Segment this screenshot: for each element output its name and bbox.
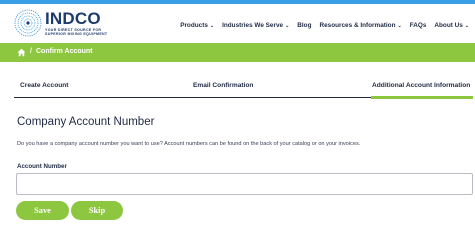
home-icon[interactable]: [17, 48, 26, 57]
logo-swirl-icon: [14, 9, 42, 37]
page-title: Company Account Number: [17, 116, 155, 128]
site-header: INDCO YOUR DIRECT SOURCE FOR SUPERIOR MI…: [0, 4, 475, 42]
nav-item-label: Resources & Information: [319, 22, 396, 29]
save-button[interactable]: Save: [16, 201, 69, 220]
nav-item-industries[interactable]: Industries We Serve ⌄: [222, 22, 289, 29]
nav-item-about[interactable]: About Us ⌄: [434, 22, 469, 29]
nav-item-label: Blog: [297, 22, 312, 29]
nav-item-label: Industries We Serve: [222, 22, 284, 29]
breadcrumb-separator: /: [30, 48, 32, 55]
chevron-down-icon: ⌄: [397, 22, 402, 29]
nav-item-blog[interactable]: Blog: [297, 22, 311, 29]
nav-item-label: FAQs: [409, 22, 427, 29]
indco-logo[interactable]: INDCO YOUR DIRECT SOURCE FOR SUPERIOR MI…: [14, 9, 134, 39]
nav-item-label: About Us: [434, 22, 463, 29]
progress-steps: Create Account Email Confirmation Additi…: [14, 75, 473, 99]
breadcrumb: / Confirm Account: [0, 43, 475, 62]
step-email-confirmation: Email Confirmation: [193, 82, 254, 89]
skip-button[interactable]: Skip: [71, 201, 123, 220]
breadcrumb-current: Confirm Account: [36, 48, 93, 55]
chevron-down-icon: ⌄: [209, 22, 215, 29]
help-text: Do you have a company account number you…: [17, 141, 361, 147]
steps-divider: [14, 97, 371, 98]
nav-item-products[interactable]: Products ⌄: [180, 22, 214, 29]
chevron-down-icon: ⌄: [464, 22, 469, 29]
chevron-down-icon: ⌄: [285, 22, 290, 29]
nav-item-faqs[interactable]: FAQs: [410, 22, 427, 29]
active-step-indicator: [371, 96, 473, 99]
logo-wordmark: INDCO: [45, 9, 101, 28]
account-number-input[interactable]: [16, 173, 473, 195]
step-create-account: Create Account: [20, 82, 69, 89]
main-nav: Products ⌄ Industries We Serve ⌄ Blog Re…: [172, 22, 469, 29]
nav-item-label: Products: [180, 22, 208, 29]
account-number-label: Account Number: [17, 163, 67, 170]
nav-item-resources[interactable]: Resources & Information ⌄: [319, 22, 401, 29]
logo-tagline: YOUR DIRECT SOURCE FOR SUPERIOR MIXING E…: [45, 28, 108, 37]
